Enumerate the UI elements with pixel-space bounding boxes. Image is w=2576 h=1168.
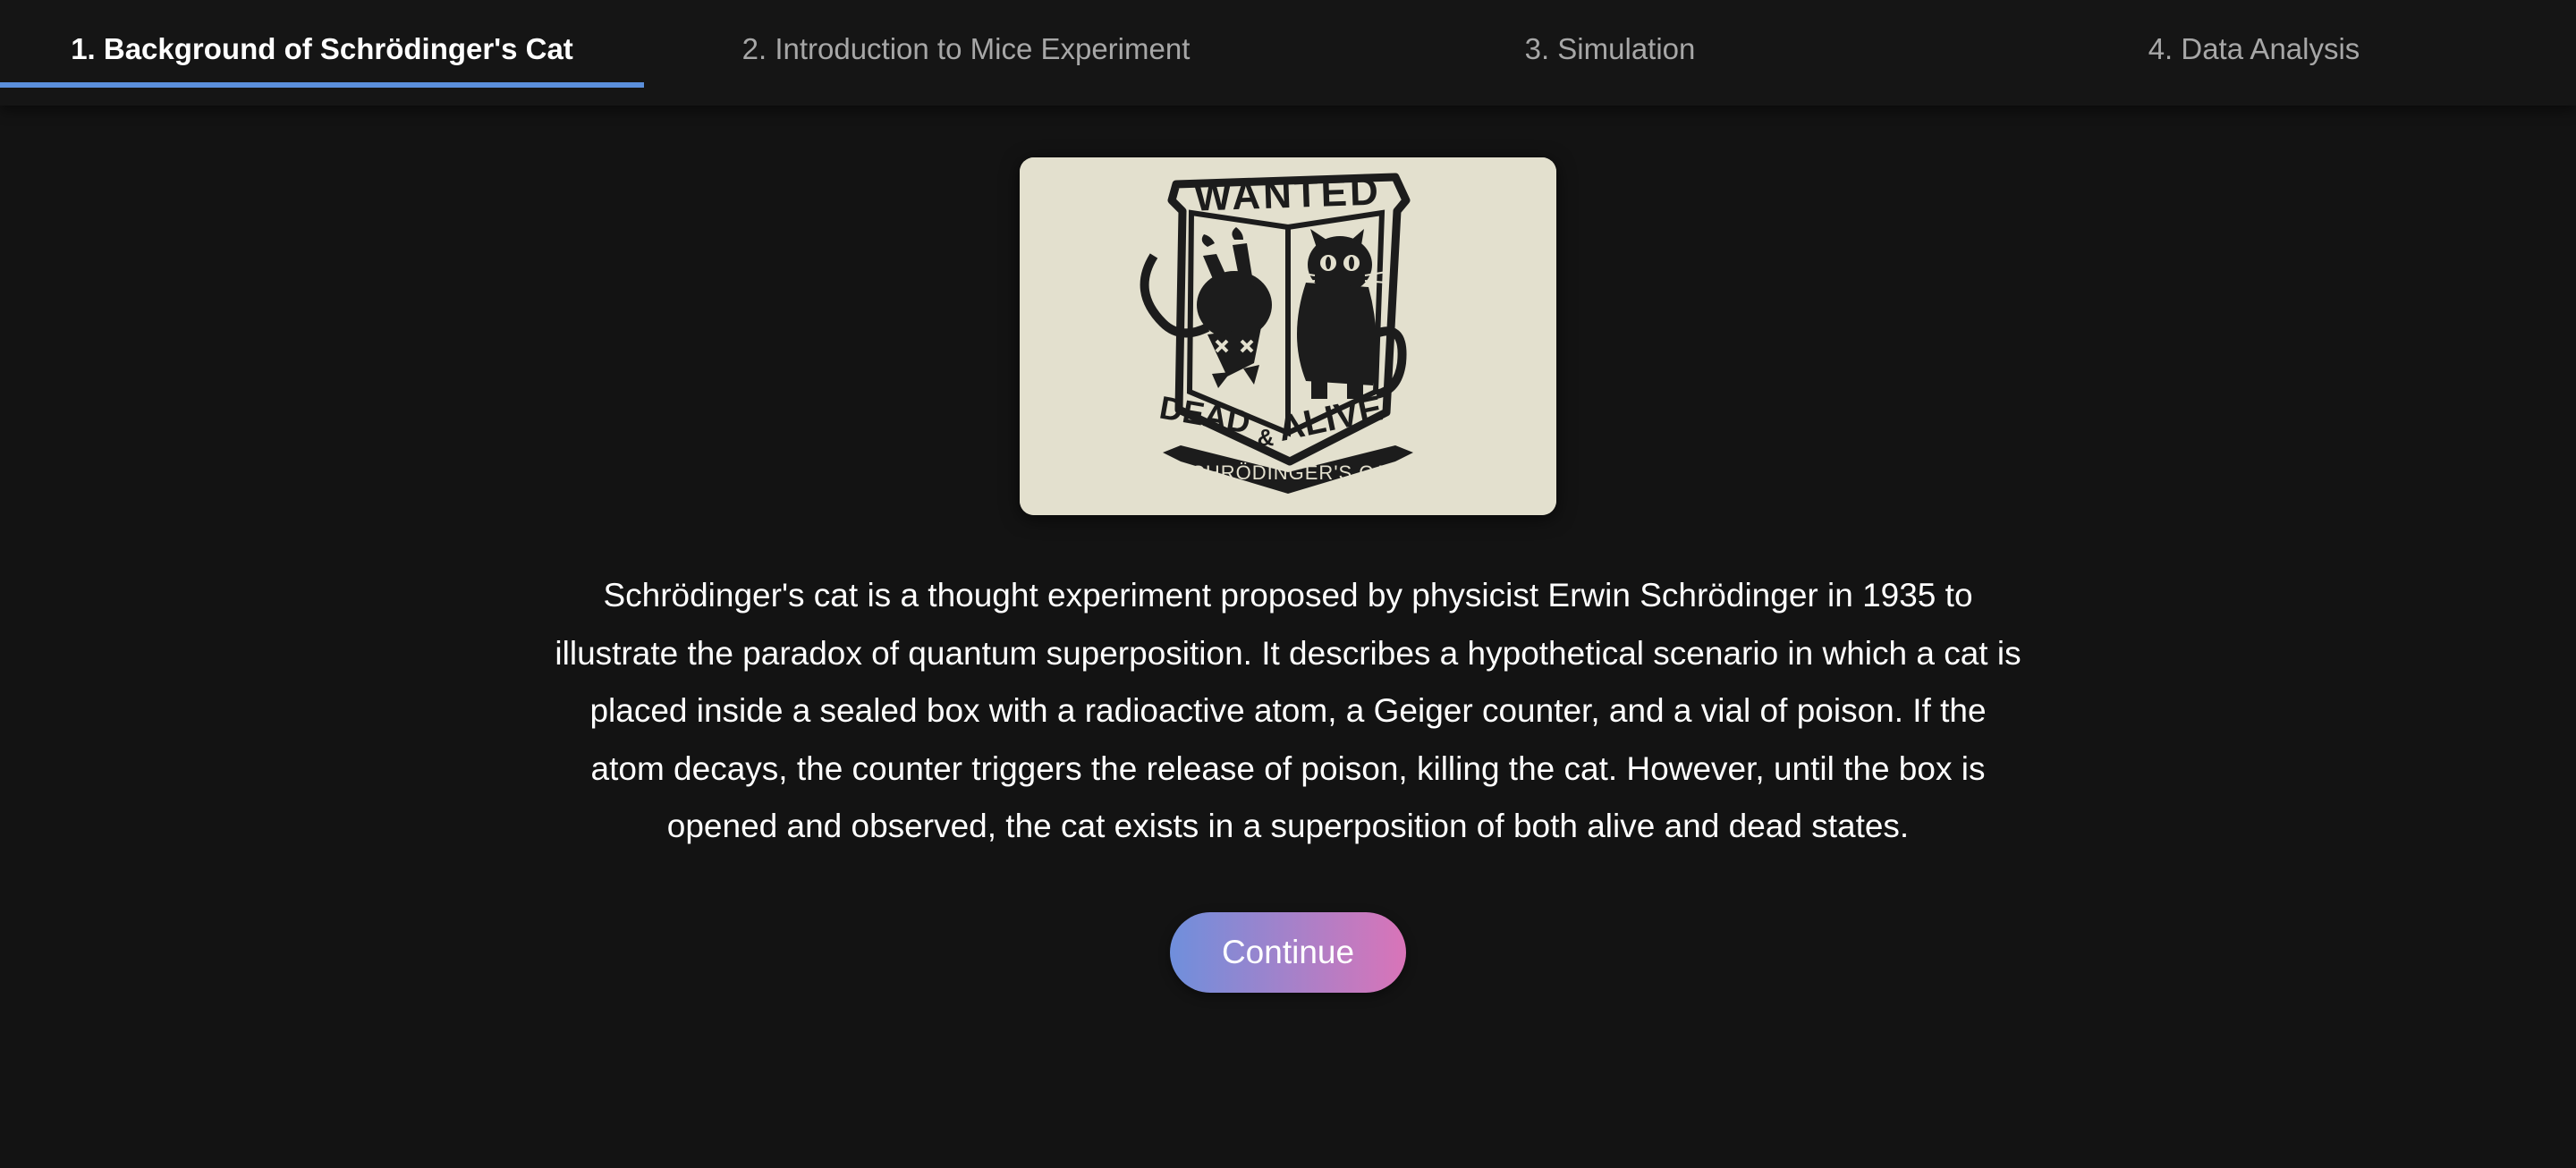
- wanted-text: WANTED: [1193, 169, 1381, 219]
- ampersand-text: &: [1258, 424, 1275, 451]
- description-text: Schrödinger's cat is a thought experimen…: [555, 577, 2021, 844]
- schrodingers-cat-banner-text: SCHRÖDINGER'S CAT: [1176, 461, 1399, 484]
- step-tab-bar: 1. Background of Schrödinger's Cat 2. In…: [0, 0, 2576, 106]
- tab-data-analysis[interactable]: 4. Data Analysis: [1932, 0, 2576, 106]
- tab-mice-experiment[interactable]: 2. Introduction to Mice Experiment: [644, 0, 1288, 106]
- tab-background[interactable]: 1. Background of Schrödinger's Cat: [0, 0, 644, 106]
- schrodinger-cat-illustration: WANTED DEAD & ALIVE SCHRÖDINGER'S CAT: [1020, 157, 1556, 515]
- continue-button[interactable]: Continue: [1170, 912, 1406, 993]
- tab-simulation[interactable]: 3. Simulation: [1288, 0, 1932, 106]
